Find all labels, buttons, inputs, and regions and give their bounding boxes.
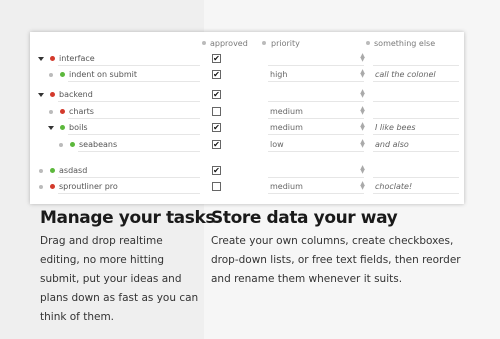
outline-row[interactable]: interface ✔ ▲ ▼ [30, 52, 464, 66]
outline-row[interactable]: sproutliner pro medium ▲ ▼ choclate! [30, 180, 464, 194]
drag-handle-icon[interactable] [49, 73, 53, 77]
row-underline [78, 151, 200, 152]
drag-handle-icon[interactable] [59, 143, 63, 147]
row-label[interactable]: backend [59, 90, 93, 99]
approved-checkbox[interactable] [212, 107, 221, 116]
priority-select[interactable]: medium [270, 182, 303, 191]
drag-handle-icon[interactable] [49, 110, 53, 114]
priority-stepper-icon[interactable]: ▲ ▼ [360, 53, 365, 63]
left-heading: Manage your tasks [40, 208, 216, 228]
drag-handle-icon[interactable] [39, 169, 43, 173]
note-underline [373, 65, 459, 66]
priority-underline [268, 134, 364, 135]
row-label[interactable]: sproutliner pro [59, 182, 118, 191]
green-status-bullet-icon[interactable] [70, 142, 75, 147]
approved-checkbox[interactable]: ✔ [212, 123, 221, 132]
row-underline [68, 134, 200, 135]
green-status-bullet-icon[interactable] [60, 125, 65, 130]
note-underline [373, 193, 459, 194]
green-status-bullet-icon[interactable] [50, 168, 55, 173]
row-label[interactable]: charts [69, 107, 94, 116]
column-handle-icon[interactable] [202, 41, 206, 45]
row-underline [68, 81, 200, 82]
approved-checkbox[interactable] [212, 182, 221, 191]
outline-row[interactable]: charts medium ▲ ▼ [30, 105, 464, 119]
approved-checkbox[interactable]: ✔ [212, 54, 221, 63]
priority-stepper-icon[interactable]: ▲ ▼ [360, 89, 365, 99]
drag-handle-icon[interactable] [39, 185, 43, 189]
priority-underline [268, 65, 364, 66]
priority-stepper-icon[interactable]: ▲ ▼ [360, 69, 365, 79]
expand-triangle-icon[interactable] [38, 93, 44, 97]
row-underline [58, 65, 200, 66]
priority-select[interactable]: medium [270, 107, 303, 116]
priority-select[interactable]: medium [270, 123, 303, 132]
note-field[interactable]: choclate! [375, 182, 412, 191]
note-underline [373, 151, 459, 152]
column-header-priority[interactable]: priority [271, 39, 300, 48]
note-underline [373, 134, 459, 135]
priority-stepper-icon[interactable]: ▲ ▼ [360, 106, 365, 116]
column-handle-icon[interactable] [262, 41, 266, 45]
note-underline [373, 177, 459, 178]
priority-underline [268, 177, 364, 178]
outline-row[interactable]: asdasd ✔ ▲ ▼ [30, 164, 464, 178]
row-underline [58, 177, 200, 178]
priority-stepper-icon[interactable]: ▲ ▼ [360, 181, 365, 191]
row-underline [58, 193, 200, 194]
outline-row[interactable]: backend ✔ ▲ ▼ [30, 88, 464, 102]
left-description: Drag and drop realtime editing, no more … [40, 235, 199, 323]
outline-table: approved priority something else interfa… [30, 32, 464, 204]
approved-checkbox[interactable]: ✔ [212, 70, 221, 79]
priority-underline [268, 118, 364, 119]
approved-checkbox[interactable]: ✔ [212, 140, 221, 149]
row-label[interactable]: asdasd [59, 166, 87, 175]
row-label[interactable]: boils [69, 123, 88, 132]
outline-row[interactable]: indent on submit ✔ high ▲ ▼ call the colonel [30, 68, 464, 82]
row-label[interactable]: seabeans [79, 140, 117, 149]
note-underline [373, 101, 459, 102]
priority-stepper-icon[interactable]: ▲ ▼ [360, 165, 365, 175]
row-label[interactable]: indent on submit [69, 70, 137, 79]
note-underline [373, 118, 459, 119]
note-field[interactable]: call the colonel [375, 70, 436, 79]
approved-checkbox[interactable]: ✔ [212, 166, 221, 175]
priority-stepper-icon[interactable]: ▲ ▼ [360, 122, 365, 132]
column-header-something-else[interactable]: something else [374, 39, 435, 48]
column-header-approved[interactable]: approved [210, 39, 248, 48]
red-status-bullet-icon[interactable] [50, 56, 55, 61]
priority-underline [268, 193, 364, 194]
priority-select[interactable]: low [270, 140, 284, 149]
row-underline [58, 101, 200, 102]
row-label[interactable]: interface [59, 54, 95, 63]
note-underline [373, 81, 459, 82]
note-field[interactable]: I like bees [375, 123, 416, 132]
note-field[interactable]: and also [375, 140, 409, 149]
expand-triangle-icon[interactable] [48, 126, 54, 130]
approved-checkbox[interactable]: ✔ [212, 90, 221, 99]
row-underline [68, 118, 200, 119]
priority-underline [268, 101, 364, 102]
green-status-bullet-icon[interactable] [60, 72, 65, 77]
column-handle-icon[interactable] [366, 41, 370, 45]
expand-triangle-icon[interactable] [38, 57, 44, 61]
outline-row[interactable]: seabeans ✔ low ▲ ▼ and also [30, 138, 464, 152]
priority-stepper-icon[interactable]: ▲ ▼ [360, 139, 365, 149]
priority-underline [268, 81, 364, 82]
right-heading: Store data your way [211, 208, 398, 228]
priority-underline [268, 151, 364, 152]
red-status-bullet-icon[interactable] [50, 184, 55, 189]
red-status-bullet-icon[interactable] [50, 92, 55, 97]
outline-row[interactable]: boils ✔ medium ▲ ▼ I like bees [30, 121, 464, 135]
priority-select[interactable]: high [270, 70, 287, 79]
right-description: Create your own columns, create checkbox… [211, 235, 461, 285]
red-status-bullet-icon[interactable] [60, 109, 65, 114]
